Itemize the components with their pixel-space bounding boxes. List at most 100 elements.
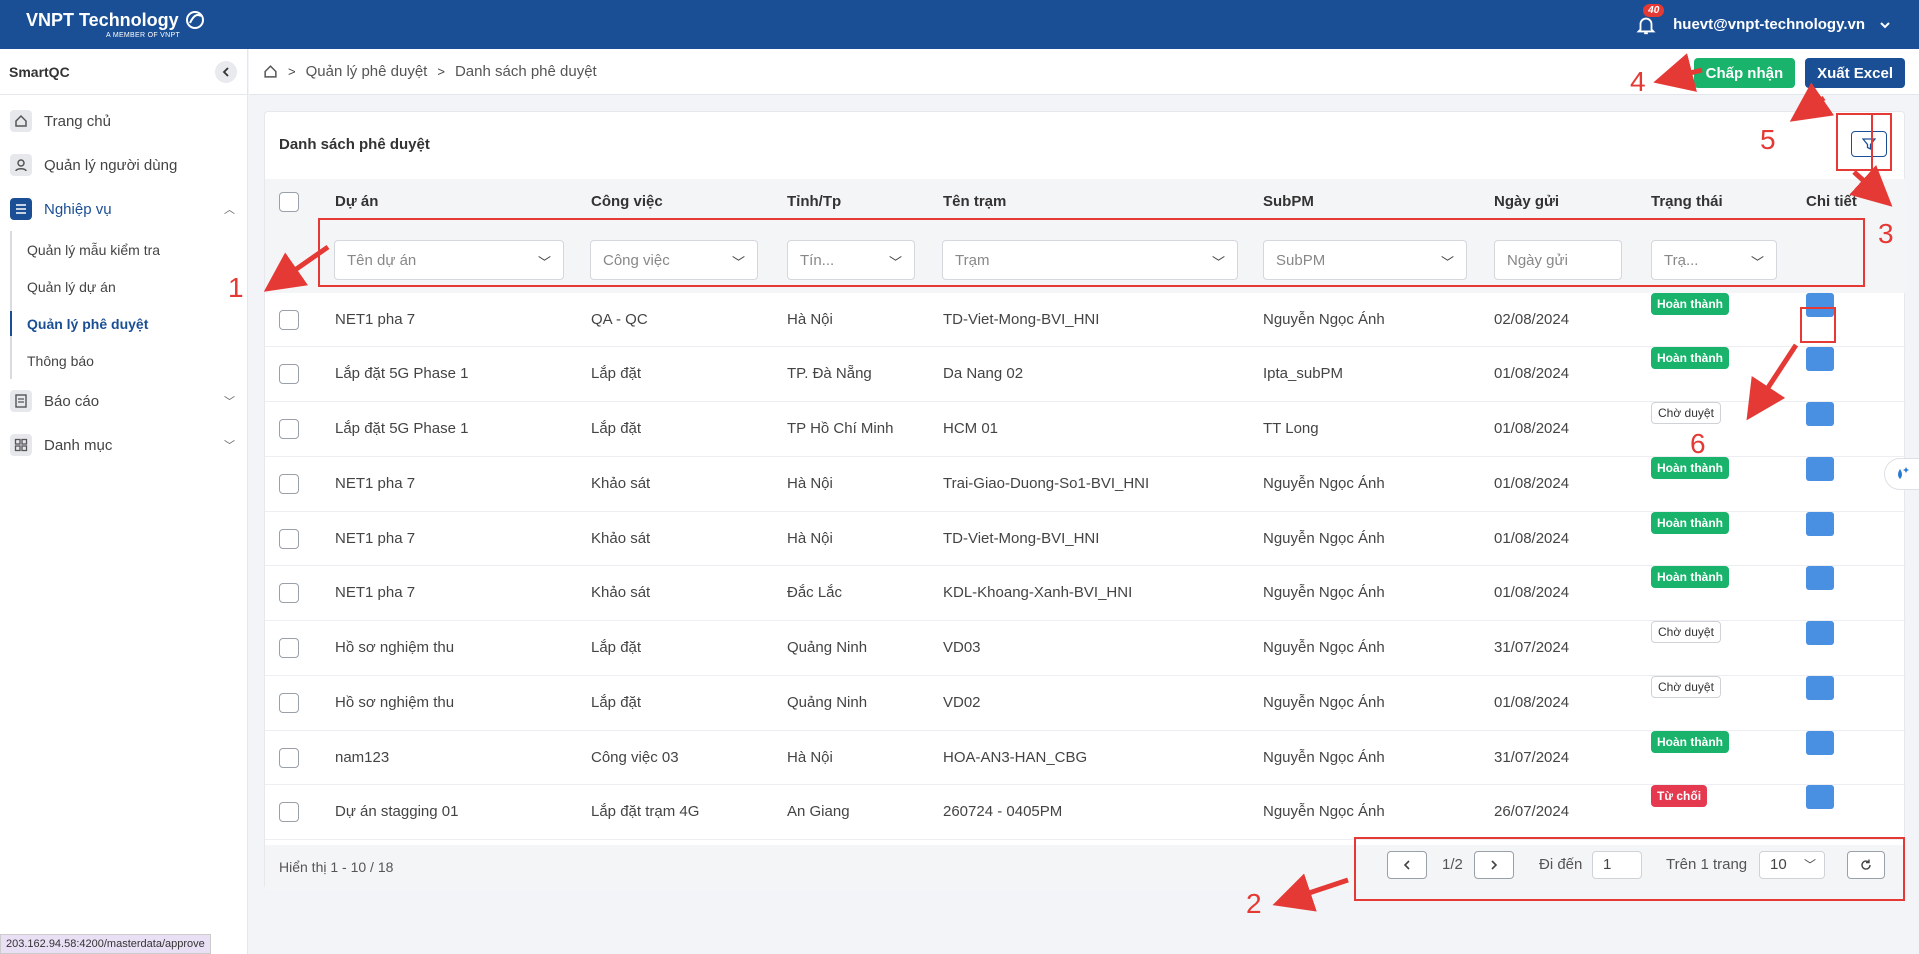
vnpt-logo-icon [185, 11, 204, 29]
cell-task: Khảo sát [591, 530, 651, 547]
detail-button[interactable]: → [1806, 731, 1834, 765]
table-row: NET1 pha 7 Khảo sát Đắc Lắc KDL-Khoang-Xanh… [265, 566, 1906, 621]
refresh-button[interactable] [1847, 851, 1885, 879]
detail-button[interactable]: → [1806, 347, 1834, 381]
next-page-button[interactable] [1474, 851, 1514, 879]
row-checkbox[interactable] [279, 802, 299, 822]
cell-date: 26/07/2024 [1494, 803, 1570, 820]
row-checkbox[interactable] [279, 583, 299, 603]
cell-station: VD03 [943, 639, 981, 656]
row-checkbox[interactable] [279, 638, 299, 658]
cell-project: NET1 pha 7 [335, 311, 416, 328]
annotation-number-1: 1 [228, 272, 244, 303]
sidebar-item-label: Nghiệp vụ [44, 200, 112, 218]
breadcrumb-approval-management[interactable]: Quản lý phê duyệt [306, 63, 428, 80]
cell-subpm: Ipta_subPM [1263, 365, 1344, 382]
row-checkbox[interactable] [279, 364, 299, 384]
sidebar-item-approvals[interactable]: Quản lý phê duyệt [10, 305, 247, 342]
detail-button[interactable]: → [1806, 785, 1834, 819]
sidebar-item-notifications[interactable]: Thông báo [12, 342, 247, 379]
brand-name: VNPT Technology [26, 10, 179, 30]
per-page-select[interactable]: 10 ﹀ [1759, 851, 1825, 879]
sidebar-item-users[interactable]: Quản lý người dùng [0, 143, 247, 187]
sidebar-item-categories[interactable]: Danh mục ﹀ [0, 423, 247, 467]
project-filter-select[interactable]: Tên dự án ﹀ [334, 240, 564, 280]
row-checkbox[interactable] [279, 693, 299, 713]
table-row: nam123 Công việc 03 Hà Nội HOA-AN3-HAN_CBG N… [265, 731, 1906, 785]
home-icon[interactable] [263, 64, 278, 79]
notification-count-badge: 40 [1643, 3, 1665, 17]
cell-province: Hà Nội [787, 749, 833, 766]
status-badge: Chờ duyệt [1651, 676, 1721, 698]
cell-task: Lắp đặt [591, 694, 642, 711]
select-all-checkbox[interactable] [279, 192, 299, 212]
chevron-down-icon: ﹀ [1750, 255, 1764, 270]
header-task: Công việc [591, 193, 663, 210]
brand-subtitle: A MEMBER OF VNPT [106, 32, 181, 39]
sidebar-item-reports[interactable]: Báo cáo ﹀ [0, 379, 247, 423]
cell-date: 01/08/2024 [1494, 475, 1570, 492]
row-checkbox[interactable] [279, 419, 299, 439]
cell-subpm: Nguyễn Ngọc Ánh [1263, 475, 1385, 492]
cell-province: Hà Nội [787, 530, 833, 547]
header-subpm: SubPM [1263, 193, 1314, 210]
table-footer: Hiển thị 1 - 10 / 18 [265, 845, 1906, 890]
status-badge: Hoàn thành [1651, 347, 1729, 369]
cell-subpm: Nguyễn Ngọc Ánh [1263, 694, 1385, 711]
date-filter-input[interactable]: Ngày gửi [1494, 240, 1622, 280]
cell-subpm: Nguyễn Ngọc Ánh [1263, 639, 1385, 656]
sidebar-item-operations[interactable]: Nghiệp vụ ︿ [0, 187, 247, 231]
cell-task: Khảo sát [591, 475, 651, 492]
filter-toggle-button[interactable] [1851, 131, 1887, 157]
arrow-right-icon: → [1813, 585, 1827, 600]
accept-button[interactable]: Chấp nhận [1693, 58, 1796, 88]
grid-icon [10, 434, 32, 456]
floating-assistant-button[interactable] [1884, 458, 1919, 490]
table-row: Dự án stagging 01 Lắp đặt trạm 4G An Giang… [265, 785, 1906, 840]
detail-button[interactable]: → [1806, 512, 1834, 546]
cell-province: Quảng Ninh [787, 694, 868, 711]
detail-button[interactable]: → [1806, 457, 1834, 491]
cell-project: nam123 [335, 749, 390, 766]
task-filter-select[interactable]: Công việc ﹀ [590, 240, 758, 280]
station-filter-select[interactable]: Trạm ﹀ [942, 240, 1238, 280]
cell-station: 260724 - 0405PM [943, 803, 1063, 820]
detail-button[interactable]: → [1806, 293, 1834, 327]
status-bar-url: 203.162.94.58:4200/masterdata/approve [0, 934, 211, 954]
user-menu[interactable]: huevt@vnpt-technology.vn [1673, 16, 1865, 33]
chevron-down-icon[interactable] [1879, 19, 1891, 31]
chevron-left-icon [1403, 860, 1410, 870]
detail-button[interactable]: → [1806, 402, 1834, 436]
header-date: Ngày gửi [1494, 193, 1560, 210]
subpm-filter-select[interactable]: SubPM ﹀ [1263, 240, 1467, 280]
detail-button[interactable]: → [1806, 676, 1834, 710]
sidebar-item-home[interactable]: Trang chủ [0, 99, 247, 143]
cell-project: Lắp đặt 5G Phase 1 [335, 365, 469, 382]
export-excel-button[interactable]: Xuất Excel [1805, 58, 1905, 88]
detail-button[interactable]: → [1806, 566, 1834, 600]
arrow-right-icon: → [1813, 695, 1827, 710]
detail-button[interactable]: → [1806, 621, 1834, 655]
table-row: NET1 pha 7 Khảo sát Hà Nội TD-Viet-Mong-BVI… [265, 512, 1906, 566]
cell-subpm: Nguyễn Ngọc Ánh [1263, 749, 1385, 766]
sidebar-item-projects[interactable]: Quản lý dự án [12, 268, 247, 305]
status-filter-select[interactable]: Trạ... ﹀ [1651, 240, 1777, 280]
cell-station: Trai-Giao-Duong-So1-BVI_HNI [943, 475, 1150, 492]
cell-task: Lắp đặt [591, 420, 642, 437]
brand-logo[interactable]: VNPT Technology A MEMBER OF VNPT [26, 10, 205, 39]
notification-bell[interactable]: 40 [1633, 3, 1665, 38]
cell-task: Lắp đặt [591, 639, 642, 656]
filter-placeholder: Ngày gửi [1507, 251, 1568, 269]
sidebar-item-test-templates[interactable]: Quản lý mẫu kiểm tra [12, 231, 247, 268]
prev-page-button[interactable] [1387, 851, 1427, 879]
header-station: Tên trạm [943, 193, 1007, 210]
sidebar-collapse-button[interactable] [215, 60, 237, 83]
row-checkbox[interactable] [279, 748, 299, 768]
row-checkbox[interactable] [279, 474, 299, 494]
cell-station: HOA-AN3-HAN_CBG [943, 749, 1088, 766]
goto-page-input[interactable]: 1 [1592, 851, 1642, 879]
row-checkbox[interactable] [279, 310, 299, 330]
province-filter-select[interactable]: Tín... ﹀ [787, 240, 915, 280]
table-header: Dự án Công việc Tỉnh/Tp Tên trạm SubPM N… [265, 179, 1906, 225]
row-checkbox[interactable] [279, 529, 299, 549]
